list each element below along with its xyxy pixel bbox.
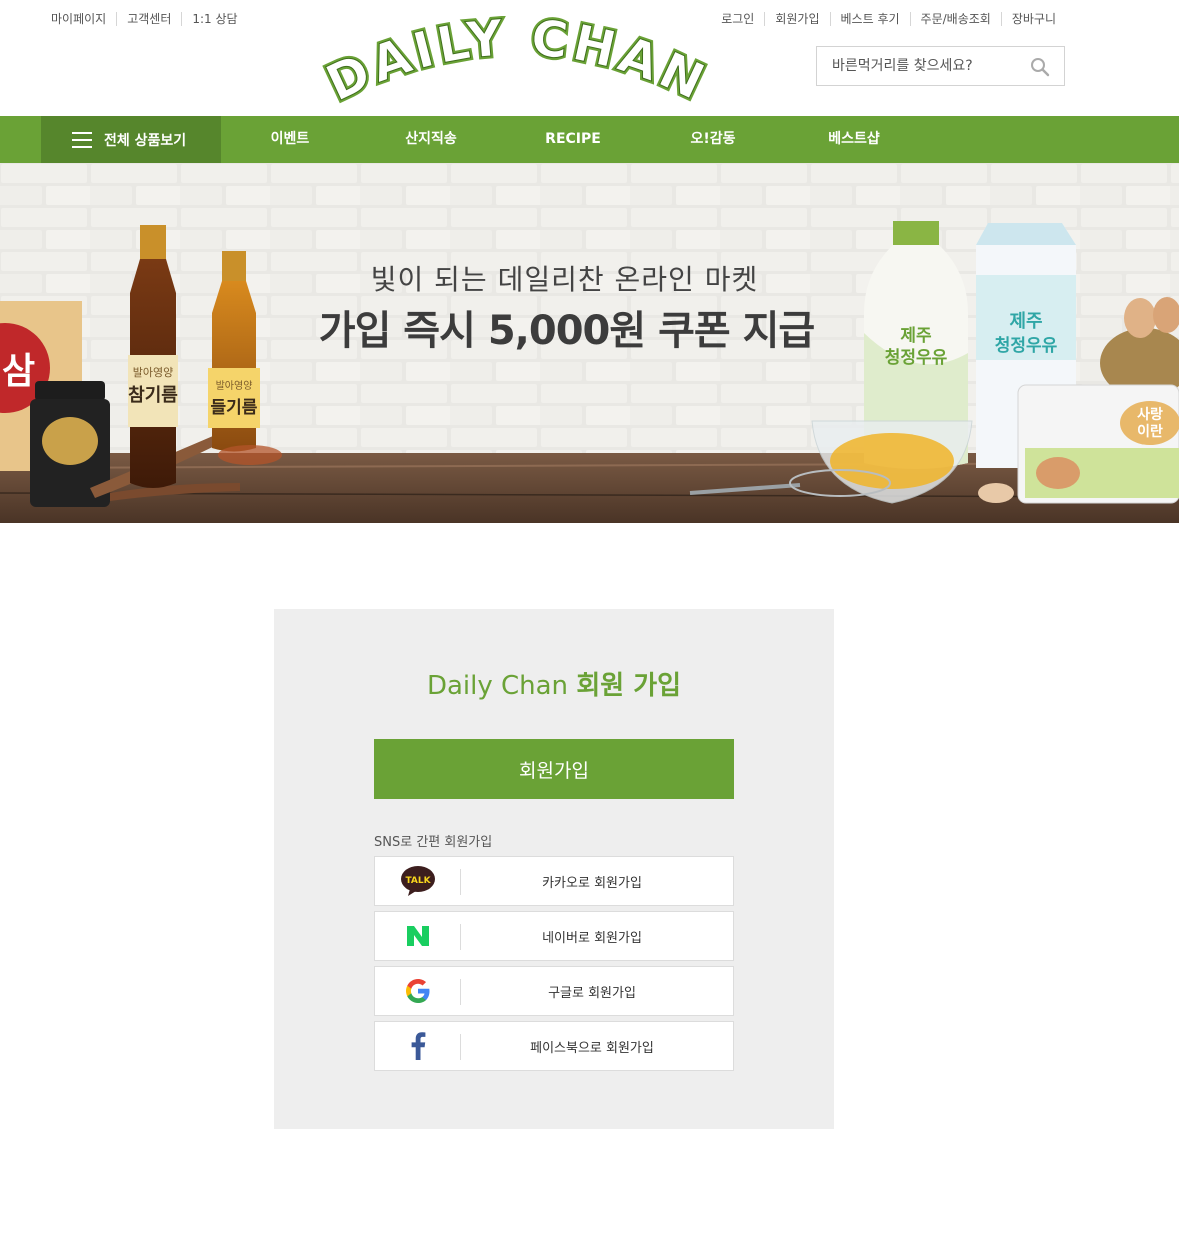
perilla-brand-label: 발아영양 xyxy=(216,380,253,392)
customer-center-link[interactable]: 고객센터 xyxy=(116,12,181,26)
naver-signup-button[interactable]: 네이버로 회원가입 xyxy=(374,911,734,961)
all-products-label: 전체 상품보기 xyxy=(104,132,187,149)
svg-text:DAILY CHAN: DAILY CHAN xyxy=(322,16,712,108)
banner-subtitle: 빛이 되는 데일리찬 온라인 마켓 xyxy=(370,263,759,296)
sesame-oil-label: 참기름 xyxy=(128,385,178,406)
order-tracking-link[interactable]: 주문/배송조회 xyxy=(909,12,1001,26)
facebook-signup-label: 페이스북으로 회원가입 xyxy=(530,1040,654,1056)
sns-signup-label: SNS로 간편 회원가입 xyxy=(374,835,493,850)
logo-wordmark: DAILY CHAN DAILY CHAN xyxy=(315,6,715,115)
login-link[interactable]: 로그인 xyxy=(721,12,764,26)
facebook-signup-button[interactable]: 페이스북으로 회원가입 xyxy=(374,1021,734,1071)
mypage-link[interactable]: 마이페이지 xyxy=(51,12,116,26)
kakao-signup-label: 카카오로 회원가입 xyxy=(542,875,642,891)
search-box xyxy=(816,46,1065,86)
sesame-brand-label: 발아영양 xyxy=(133,366,173,379)
perilla-oil-label: 들기름 xyxy=(211,398,258,418)
utility-nav-right: 로그인 회원가입 베스트 후기 주문/배송조회 장바구니 xyxy=(721,12,1056,26)
signup-title-text: 회원 가입 xyxy=(576,671,682,701)
best-review-link[interactable]: 베스트 후기 xyxy=(829,12,910,26)
google-signup-button[interactable]: 구글로 회원가입 xyxy=(374,966,734,1016)
nav-item-event[interactable]: 이벤트 xyxy=(230,116,350,163)
main-nav: 전체 상품보기 이벤트 산지직송 RECIPE 오!감동 베스트샵 xyxy=(0,116,1179,163)
signup-card: Daily Chan 회원 가입 회원가입 SNS로 간편 회원가입 TALK … xyxy=(274,609,834,1129)
google-icon xyxy=(375,967,461,1015)
ginseng-box-label: 삼 xyxy=(2,351,35,392)
facebook-icon xyxy=(375,1022,461,1070)
signup-title: Daily Chan 회원 가입 xyxy=(274,665,834,702)
one-on-one-link[interactable]: 1:1 상담 xyxy=(181,12,238,26)
egg-box-label-2: 이란 xyxy=(1137,423,1163,440)
signup-title-brand: Daily Chan xyxy=(426,671,569,701)
egg-box-label-1: 사랑 xyxy=(1137,407,1163,423)
site-logo[interactable]: DAILY CHAN DAILY CHAN xyxy=(315,6,715,115)
nav-item-ogamdong[interactable]: 오!감동 xyxy=(653,116,773,163)
search-icon[interactable] xyxy=(1030,57,1050,77)
google-signup-label: 구글로 회원가입 xyxy=(548,985,636,1001)
signup-button[interactable]: 회원가입 xyxy=(374,739,734,799)
utility-nav-left: 마이페이지 고객센터 1:1 상담 xyxy=(51,12,238,26)
promo-banner[interactable]: 삼 참기름 발아영양 들기름 발아영양 제주 청정우유 제주 청정우유 사랑 이… xyxy=(0,163,1179,523)
banner-title: 가입 즉시 5,000원 쿠폰 지급 xyxy=(318,308,815,354)
nav-item-best-shop[interactable]: 베스트샵 xyxy=(794,116,914,163)
naver-icon xyxy=(375,912,461,960)
all-products-menu[interactable]: 전체 상품보기 xyxy=(41,116,221,163)
signup-link[interactable]: 회원가입 xyxy=(764,12,829,26)
svg-text:TALK: TALK xyxy=(405,876,431,886)
kakao-signup-button[interactable]: TALK 카카오로 회원가입 xyxy=(374,856,734,906)
nav-item-direct-delivery[interactable]: 산지직송 xyxy=(371,116,491,163)
nav-item-recipe[interactable]: RECIPE xyxy=(513,116,633,163)
cart-link[interactable]: 장바구니 xyxy=(1000,12,1056,26)
search-input[interactable] xyxy=(817,48,1017,84)
kakao-talk-icon: TALK xyxy=(375,857,461,905)
logo-text-outline: DAILY CHAN xyxy=(317,8,713,113)
hamburger-icon xyxy=(72,131,92,148)
naver-signup-label: 네이버로 회원가입 xyxy=(542,930,642,946)
